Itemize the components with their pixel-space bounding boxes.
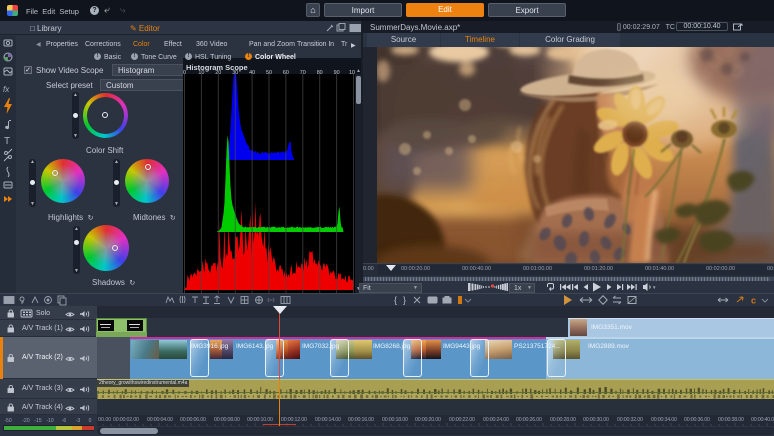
svg-text:0: 0 [89, 418, 92, 424]
svg-text:-3: -3 [76, 418, 81, 424]
svg-text:90: 90 [334, 70, 340, 75]
svg-text:0: 0 [183, 70, 186, 75]
svg-text:50: 50 [266, 70, 272, 75]
svg-text:70: 70 [300, 70, 306, 75]
svg-text:-6: -6 [62, 418, 67, 424]
svg-text:{: { [394, 295, 397, 305]
svg-text:-15: -15 [34, 418, 41, 424]
svg-text:30: 30 [232, 70, 238, 75]
svg-text:c: c [751, 296, 756, 306]
svg-text:-10: -10 [46, 418, 53, 424]
svg-text:-20: -20 [22, 418, 29, 424]
svg-text:▼: ▼ [652, 285, 656, 290]
svg-text:80: 80 [317, 70, 323, 75]
svg-text:20: 20 [215, 70, 221, 75]
svg-text:40: 40 [249, 70, 255, 75]
svg-text:10: 10 [198, 70, 204, 75]
svg-text:60: 60 [283, 70, 289, 75]
svg-text:}: } [403, 295, 406, 305]
svg-text:-50: -50 [4, 418, 11, 424]
